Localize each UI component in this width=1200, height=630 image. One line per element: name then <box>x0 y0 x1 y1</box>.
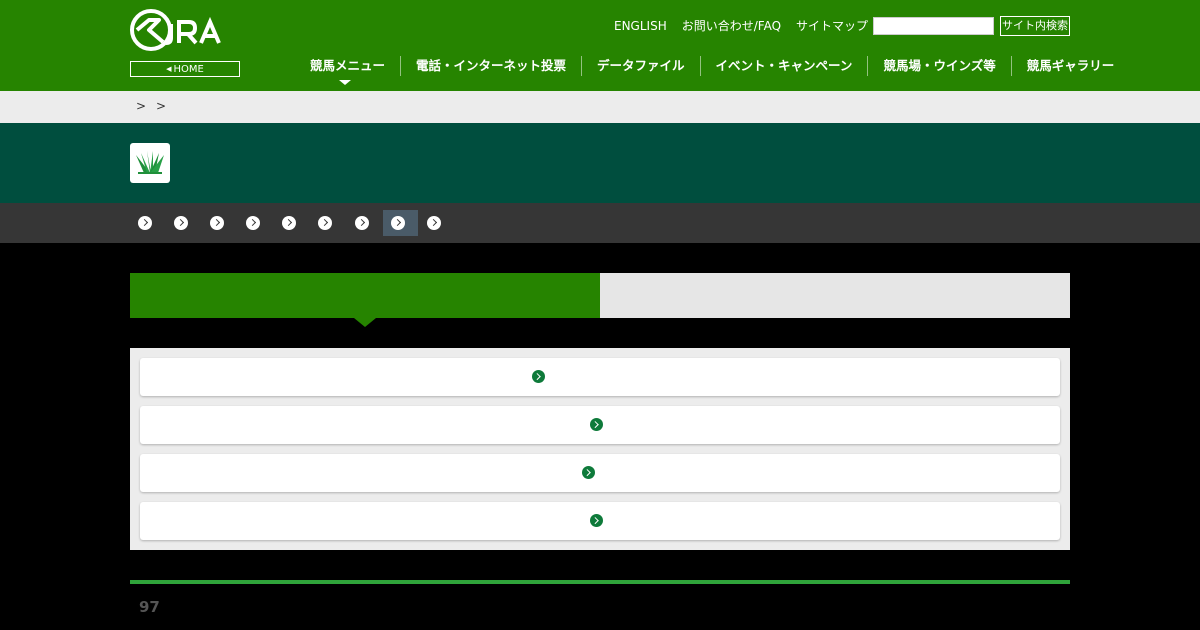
sub-nav-item-2[interactable] <box>174 216 188 230</box>
chevron-right-icon <box>590 514 603 527</box>
list-item[interactable] <box>140 406 1060 444</box>
sub-nav-item-3[interactable] <box>210 216 224 230</box>
chevron-right-icon <box>590 418 603 431</box>
active-tab-pointer-icon <box>354 318 376 327</box>
active-nav-caret-icon <box>339 80 351 85</box>
utility-links: ENGLISH お問い合わせ/FAQ サイトマップ <box>614 18 868 34</box>
breadcrumb-separator: > <box>136 99 147 113</box>
nav-racecourse-wins[interactable]: 競馬場・ウインズ等 <box>867 56 1010 76</box>
breadcrumb: > > <box>0 91 1200 123</box>
sub-nav-item-8[interactable] <box>391 216 405 230</box>
search-input[interactable] <box>873 17 994 35</box>
breadcrumb-separator: > <box>156 99 167 113</box>
sitemap-link[interactable]: サイトマップ <box>796 18 868 34</box>
page-title-band <box>0 123 1200 203</box>
nav-phone-internet-voting[interactable]: 電話・インターネット投票 <box>400 56 581 76</box>
jra-logo[interactable] <box>129 8 241 52</box>
english-link[interactable]: ENGLISH <box>614 18 667 34</box>
site-search-button[interactable]: サイト内検索 <box>1000 16 1070 36</box>
sub-nav-item-4[interactable] <box>246 216 260 230</box>
chevron-right-icon <box>532 370 545 383</box>
chevron-left-icon: ◀ <box>166 65 172 73</box>
nav-event-campaign[interactable]: イベント・キャンペーン <box>699 56 868 76</box>
main-nav: 競馬メニュー 電話・インターネット投票 データファイル イベント・キャンペーン … <box>298 56 1129 76</box>
sub-nav-item-9[interactable] <box>427 216 441 230</box>
sub-nav-item-7[interactable] <box>355 216 369 230</box>
contact-faq-link[interactable]: お問い合わせ/FAQ <box>682 18 781 34</box>
footer-divider <box>130 580 1070 584</box>
turf-grass-icon <box>130 143 170 183</box>
sub-nav-item-1[interactable] <box>138 216 152 230</box>
list-item[interactable] <box>140 502 1060 540</box>
list-item[interactable] <box>140 358 1060 396</box>
chevron-right-icon <box>582 466 595 479</box>
nav-data-file[interactable]: データファイル <box>581 56 700 76</box>
footer-number: 97 <box>139 598 160 616</box>
link-list <box>130 348 1070 550</box>
tab-left-active[interactable] <box>130 273 600 318</box>
sub-nav-item-6[interactable] <box>318 216 332 230</box>
home-button[interactable]: ◀ HOME <box>130 61 240 77</box>
nav-keiba-menu[interactable]: 競馬メニュー <box>298 56 400 76</box>
tab-right[interactable] <box>600 273 1070 318</box>
list-item[interactable] <box>140 454 1060 492</box>
nav-keiba-gallery[interactable]: 競馬ギャラリー <box>1010 56 1130 76</box>
sub-nav <box>0 203 1200 243</box>
sub-nav-item-5[interactable] <box>282 216 296 230</box>
site-header: ◀ HOME ENGLISH お問い合わせ/FAQ サイトマップ サイト内検索 競… <box>0 0 1200 91</box>
